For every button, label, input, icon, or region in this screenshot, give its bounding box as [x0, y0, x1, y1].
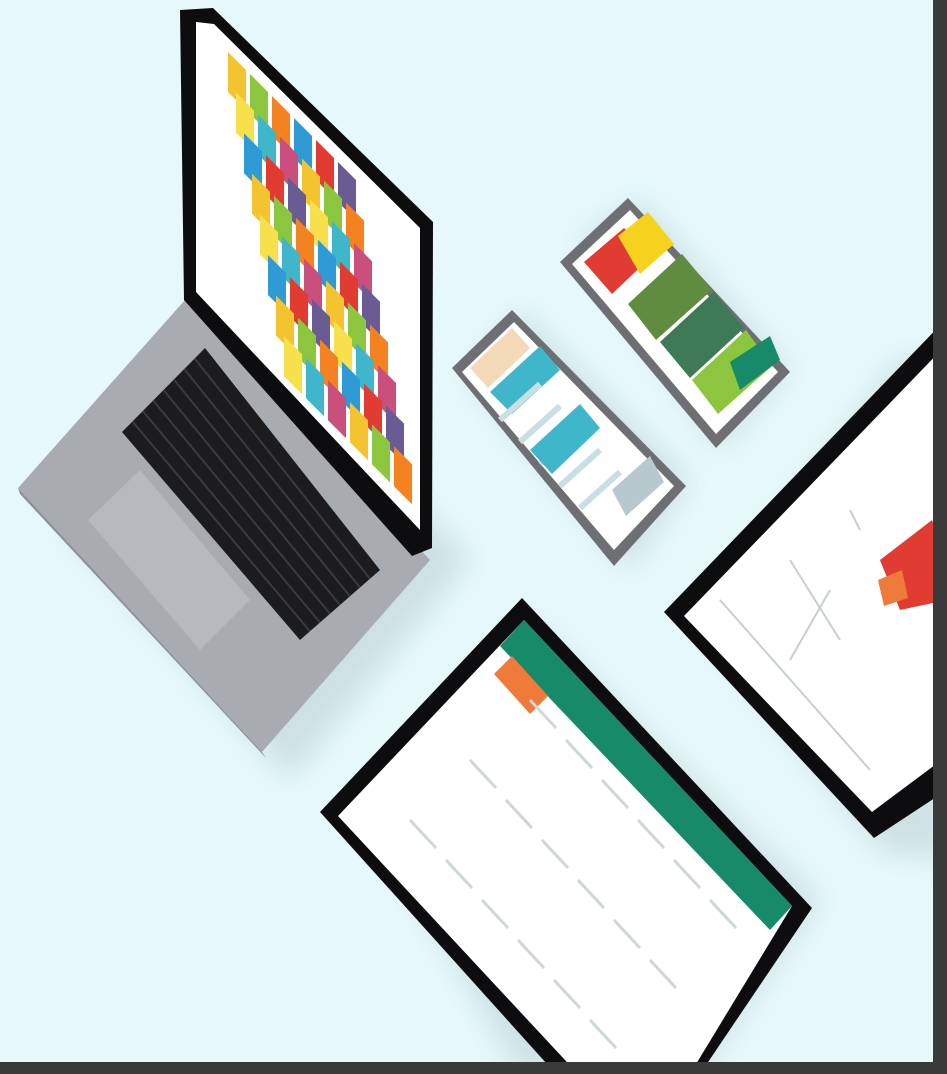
right-edge — [933, 0, 947, 1074]
devices-illustration — [0, 0, 947, 1074]
bottom-edge — [0, 1062, 947, 1074]
